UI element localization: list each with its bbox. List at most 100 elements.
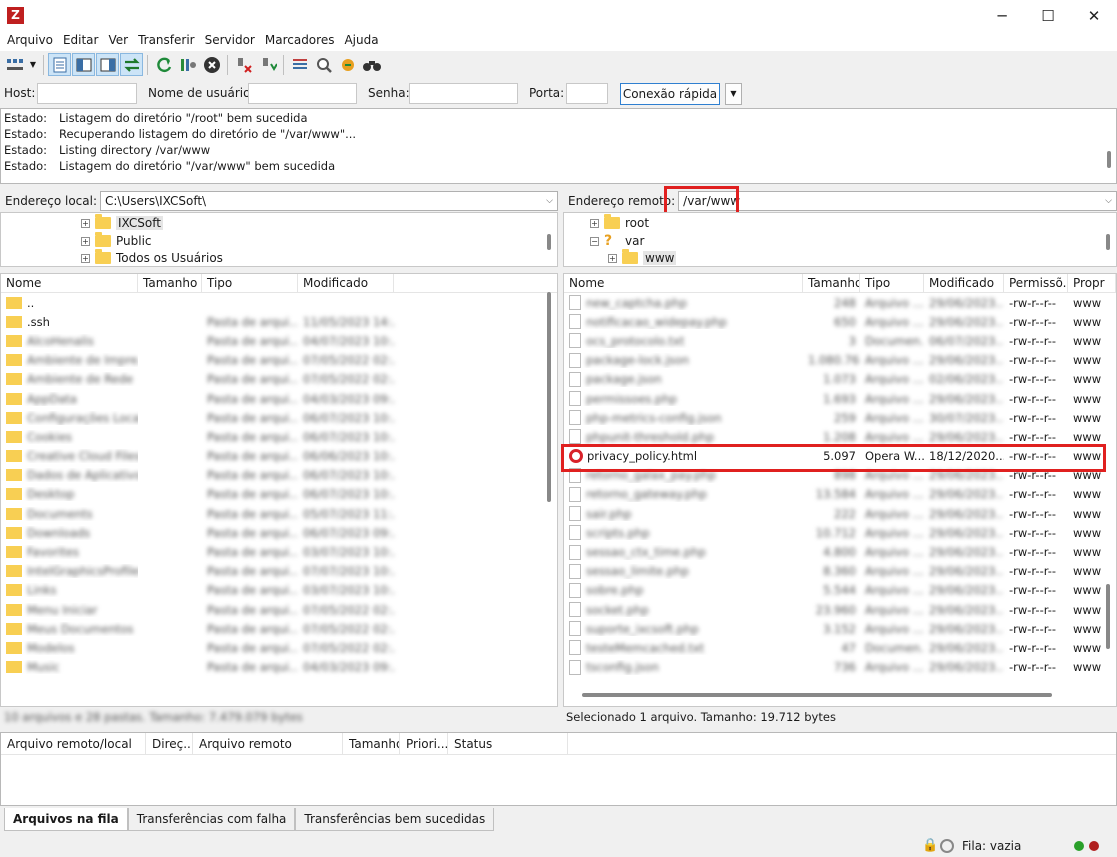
table-row[interactable]: Music Pasta de arqui... 04/03/2023 09:... bbox=[1, 658, 557, 677]
table-row[interactable]: sessao_ctx_time.php 4.800 Arquivo ... 29/06… bbox=[564, 542, 1116, 561]
search-icon[interactable] bbox=[360, 53, 383, 76]
host-input[interactable] bbox=[37, 83, 137, 104]
password-input[interactable] bbox=[409, 83, 518, 104]
column-nome[interactable]: Nome bbox=[564, 274, 803, 292]
column-tamanho[interactable]: Tamanho bbox=[803, 274, 860, 292]
chevron-down-icon[interactable]: ⌵ bbox=[1105, 192, 1112, 210]
disconnect-icon[interactable] bbox=[232, 53, 255, 76]
table-row[interactable]: Creative Cloud Files Pasta de arqui... 06/… bbox=[1, 447, 557, 466]
cancel-icon[interactable] bbox=[200, 53, 223, 76]
table-row[interactable]: testeMemcached.txt 47 Documen... 29/06/2023… bbox=[564, 638, 1116, 657]
table-row[interactable]: sobre.php 5.544 Arquivo ... 29/06/2023... -r… bbox=[564, 581, 1116, 600]
maximize-button[interactable]: ☐ bbox=[1025, 0, 1071, 31]
port-input[interactable] bbox=[566, 83, 608, 104]
table-row[interactable]: tsconfig.json 736 Arquivo ... 29/06/2023...… bbox=[564, 658, 1116, 677]
table-row[interactable]: AlcoHenalis Pasta de arqui... 04/07/2023 1… bbox=[1, 331, 557, 350]
toggle-remote-tree-icon[interactable] bbox=[96, 53, 119, 76]
table-row[interactable]: scripts.php 10.712 Arquivo ... 29/06/2023..… bbox=[564, 523, 1116, 542]
column-modificado[interactable]: Modificado bbox=[298, 274, 394, 292]
quickconnect-button[interactable]: Conexão rápida bbox=[620, 83, 720, 105]
local-address-input[interactable]: C:\Users\IXCSoft\ ⌵ bbox=[100, 191, 558, 211]
expand-icon[interactable]: + bbox=[590, 218, 599, 228]
column-proprietario[interactable]: Propr bbox=[1068, 274, 1116, 292]
dropdown-arrow-icon[interactable]: ▼ bbox=[27, 53, 39, 76]
table-row[interactable]: socket.php 23.960 Arquivo ... 29/06/2023...… bbox=[564, 600, 1116, 619]
table-row[interactable]: Modelos Pasta de arqui... 07/05/2022 02:..… bbox=[1, 638, 557, 657]
column-nome[interactable]: Nome bbox=[1, 274, 138, 292]
expand-icon[interactable]: + bbox=[81, 253, 90, 263]
filter-icon[interactable] bbox=[288, 53, 311, 76]
remote-tree-scrollbar[interactable] bbox=[1106, 234, 1110, 250]
column-tamanho[interactable]: Tamanho bbox=[138, 274, 202, 292]
local-tree-scrollbar[interactable] bbox=[547, 234, 551, 250]
tree-item-public[interactable]: + Public bbox=[81, 232, 152, 250]
table-row[interactable]: Cookies Pasta de arqui... 06/07/2023 10:..… bbox=[1, 427, 557, 446]
table-row[interactable]: notificacao_widepay.php 650 Arquivo ... 29/… bbox=[564, 312, 1116, 331]
table-row[interactable]: suporte_ixcsoft.php 3.152 Arquivo ... 29/06… bbox=[564, 619, 1116, 638]
table-row[interactable]: Menu Iniciar Pasta de arqui... 07/05/2022 … bbox=[1, 600, 557, 619]
table-row[interactable]: package.json 1.073 Arquivo ... 02/06/2023..… bbox=[564, 370, 1116, 389]
quickconnect-dropdown-icon[interactable]: ▼ bbox=[725, 83, 742, 105]
chevron-down-icon[interactable]: ⌵ bbox=[546, 192, 553, 210]
table-row[interactable]: retorno_gateway.php 13.584 Arquivo ... 29/0… bbox=[564, 485, 1116, 504]
speed-limit-icon[interactable] bbox=[940, 839, 954, 853]
table-row[interactable]: AppData Pasta de arqui... 04/03/2023 09:..… bbox=[1, 389, 557, 408]
menu-servidor[interactable]: Servidor bbox=[200, 31, 260, 51]
table-row[interactable]: Documents Pasta de arqui... 05/07/2023 11:… bbox=[1, 504, 557, 523]
local-list-scrollbar[interactable] bbox=[547, 292, 551, 502]
menu-transferir[interactable]: Transferir bbox=[133, 31, 200, 51]
table-row[interactable]: Configurações Locais Pasta de arqui... 06/… bbox=[1, 408, 557, 427]
toggle-log-icon[interactable] bbox=[48, 53, 71, 76]
menu-ver[interactable]: Ver bbox=[103, 31, 133, 51]
table-row[interactable]: new_captcha.php 248 Arquivo ... 29/06/2023.… bbox=[564, 293, 1116, 312]
remote-list-hscrollbar[interactable] bbox=[582, 693, 1052, 697]
column-tamanho[interactable]: Tamanho bbox=[343, 733, 400, 754]
table-row[interactable]: sessao_limite.php 8.360 Arquivo ... 29/06/2… bbox=[564, 562, 1116, 581]
tab-arquivos-na-fila[interactable]: Arquivos na fila bbox=[4, 808, 128, 831]
tree-item-ixcsoft[interactable]: + IXCSoft bbox=[81, 214, 163, 232]
toggle-queue-icon[interactable] bbox=[120, 53, 143, 76]
column-tipo[interactable]: Tipo bbox=[860, 274, 924, 292]
tree-item-root[interactable]: + root bbox=[590, 214, 649, 232]
expand-icon[interactable]: + bbox=[608, 253, 617, 263]
minimize-button[interactable]: ─ bbox=[979, 0, 1025, 31]
close-button[interactable]: ✕ bbox=[1071, 0, 1117, 31]
table-row[interactable]: Meus Documentos Pasta de arqui... 07/05/20… bbox=[1, 619, 557, 638]
username-input[interactable] bbox=[248, 83, 357, 104]
tab-transferencias-com-falha[interactable]: Transferências com falha bbox=[127, 808, 296, 831]
table-row[interactable]: .ssh Pasta de arqui... 11/05/2023 14:... bbox=[1, 312, 557, 331]
column-permissoes[interactable]: Permissõ... bbox=[1004, 274, 1068, 292]
tree-item-www[interactable]: + www bbox=[608, 249, 677, 267]
process-queue-icon[interactable] bbox=[176, 53, 199, 76]
menu-editar[interactable]: Editar bbox=[58, 31, 104, 51]
column-modificado[interactable]: Modificado bbox=[924, 274, 1004, 292]
log-scrollbar[interactable] bbox=[1107, 151, 1111, 168]
site-manager-icon[interactable] bbox=[3, 53, 26, 76]
table-row[interactable]: .. bbox=[1, 293, 557, 312]
compare-icon[interactable] bbox=[312, 53, 335, 76]
tab-transferencias-bem-sucedidas[interactable]: Transferências bem sucedidas bbox=[295, 808, 495, 831]
menu-arquivo[interactable]: Arquivo bbox=[2, 31, 58, 51]
table-row[interactable]: Dados de Aplicativos Pasta de arqui... 06/… bbox=[1, 466, 557, 485]
menu-ajuda[interactable]: Ajuda bbox=[339, 31, 383, 51]
table-row[interactable]: Ambiente de Rede Pasta de arqui... 07/05/2… bbox=[1, 370, 557, 389]
collapse-icon[interactable]: − bbox=[590, 236, 599, 246]
toggle-local-tree-icon[interactable] bbox=[72, 53, 95, 76]
table-row[interactable]: Downloads Pasta de arqui... 06/07/2023 09:… bbox=[1, 523, 557, 542]
column-arquivo-local[interactable]: Arquivo remoto/local bbox=[1, 733, 146, 754]
table-row[interactable]: Ambiente de Impre... Pasta de arqui... 07/… bbox=[1, 351, 557, 370]
table-row[interactable]: Desktop Pasta de arqui... 06/07/2023 10:..… bbox=[1, 485, 557, 504]
table-row[interactable]: sair.php 222 Arquivo ... 29/06/2023... -rw-r… bbox=[564, 504, 1116, 523]
sync-browse-icon[interactable] bbox=[336, 53, 359, 76]
table-row[interactable]: permissoes.php 1.693 Arquivo ... 29/06/2023… bbox=[564, 389, 1116, 408]
column-direcao[interactable]: Direç... bbox=[146, 733, 193, 754]
refresh-icon[interactable] bbox=[152, 53, 175, 76]
column-prioridade[interactable]: Priori... bbox=[400, 733, 448, 754]
reconnect-icon[interactable] bbox=[256, 53, 279, 76]
table-row[interactable]: Favorites Pasta de arqui... 03/07/2023 10:… bbox=[1, 542, 557, 561]
table-row[interactable]: ocs_protocolo.txt 3 Documen... 06/07/2023..… bbox=[564, 331, 1116, 350]
tree-item-todos-os-usuarios[interactable]: + Todos os Usuários bbox=[81, 249, 223, 267]
expand-icon[interactable]: + bbox=[81, 218, 90, 228]
menu-marcadores[interactable]: Marcadores bbox=[260, 31, 340, 51]
column-status[interactable]: Status bbox=[448, 733, 568, 754]
